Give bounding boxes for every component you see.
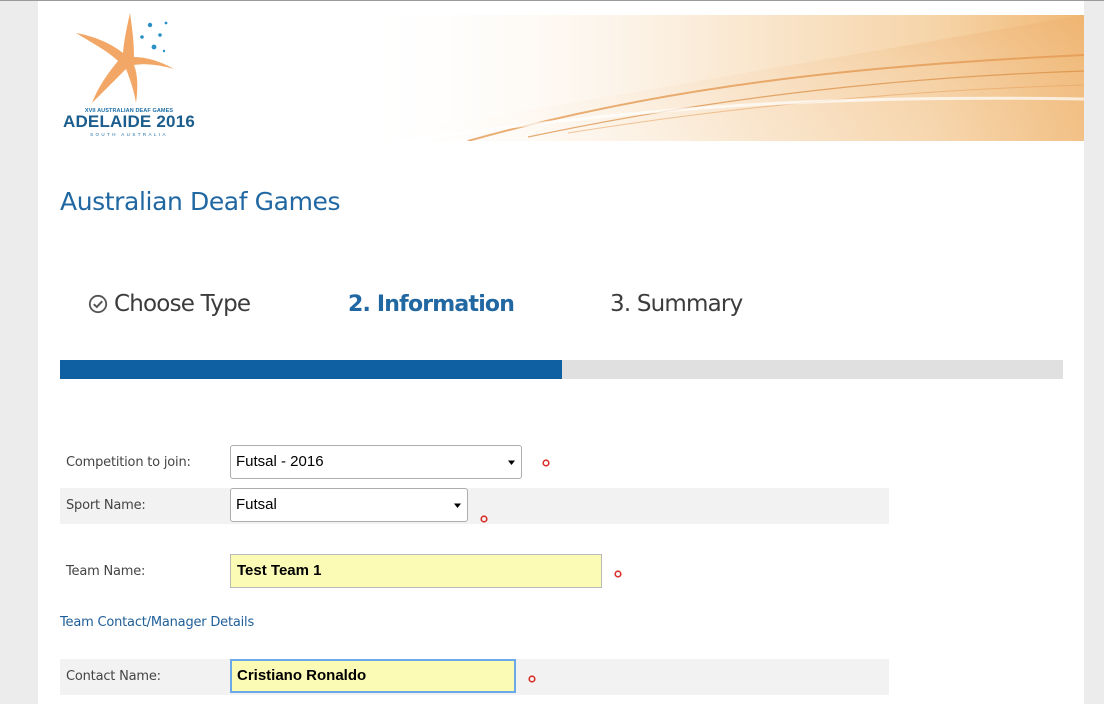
team-name-value: Test Team 1 xyxy=(237,562,322,579)
wizard-progress-bar xyxy=(60,360,1063,379)
contact-name-input[interactable]: Cristiano Ronaldo xyxy=(230,659,516,693)
sport-label: Sport Name: xyxy=(66,498,146,513)
chevron-down-icon xyxy=(508,460,515,465)
required-marker-icon xyxy=(528,675,536,683)
logo-wordmark: ADELAIDE 2016 xyxy=(62,112,196,131)
form-row-sport: Sport Name: Futsal xyxy=(60,488,889,524)
required-marker-icon xyxy=(542,459,550,467)
section-heading-contact: Team Contact/Manager Details xyxy=(60,615,255,630)
step-choose-type[interactable]: Choose Type xyxy=(88,286,251,322)
page-title: Australian Deaf Games xyxy=(60,187,341,216)
page-container: XVII AUSTRALIAN DEAF GAMES ADELAIDE 2016… xyxy=(38,1,1084,704)
contact-name-value: Cristiano Ronaldo xyxy=(237,667,367,684)
competition-label: Competition to join: xyxy=(66,455,191,470)
progress-bar-fill xyxy=(60,360,562,379)
required-marker-icon xyxy=(614,570,622,578)
check-circle-icon xyxy=(88,294,108,314)
step-summary-label: 3. Summary xyxy=(610,291,743,317)
contact-label: Contact Name: xyxy=(66,669,161,684)
form-row-team: Team Name: Test Team 1 xyxy=(60,554,889,590)
step-summary: 3. Summary xyxy=(610,286,743,322)
event-logo: XVII AUSTRALIAN DEAF GAMES ADELAIDE 2016… xyxy=(42,11,222,137)
team-name-input[interactable]: Test Team 1 xyxy=(230,554,602,588)
step-information-label: 2. Information xyxy=(348,291,515,317)
chevron-down-icon xyxy=(454,503,461,508)
sport-select-value: Futsal xyxy=(236,496,277,513)
header-banner: XVII AUSTRALIAN DEAF GAMES ADELAIDE 2016… xyxy=(38,1,1084,141)
banner-swoosh-graphic xyxy=(348,15,1084,141)
form-row-competition: Competition to join: Futsal - 2016 xyxy=(60,445,889,481)
wizard-steps: Choose Type 2. Information 3. Summary xyxy=(38,286,1084,326)
form-row-contact: Contact Name: Cristiano Ronaldo xyxy=(60,659,889,695)
required-marker-icon xyxy=(480,515,488,523)
step-choose-type-label: Choose Type xyxy=(114,291,251,317)
step-information: 2. Information xyxy=(348,286,515,322)
sport-select[interactable]: Futsal xyxy=(230,488,468,522)
star-figure-icon xyxy=(76,13,174,103)
competition-select[interactable]: Futsal - 2016 xyxy=(230,445,522,479)
competition-select-value: Futsal - 2016 xyxy=(236,453,324,470)
team-label: Team Name: xyxy=(66,564,146,579)
logo-subtitle: SOUTH AUSTRALIA xyxy=(90,132,168,137)
